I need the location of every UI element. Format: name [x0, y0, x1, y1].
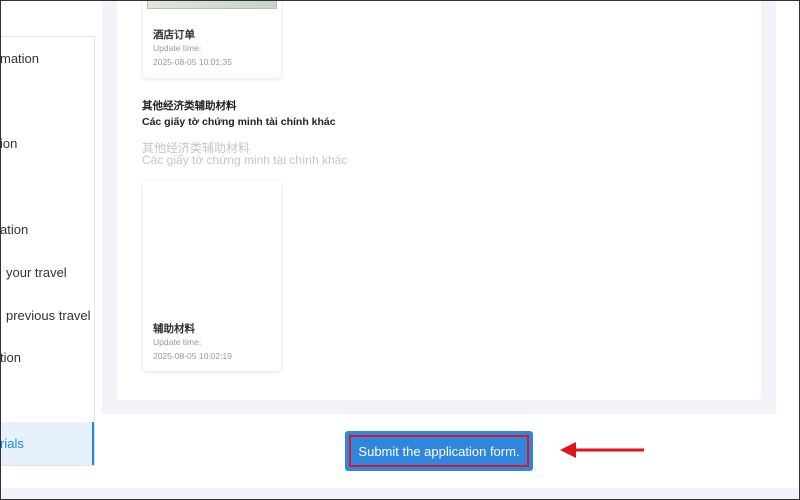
sidebar-item-label: ation	[0, 222, 29, 237]
document-update-label: Update time:	[153, 337, 202, 347]
section-placeholder-vietnamese: Các giấy tờ chứng minh tài chính khác	[142, 153, 348, 167]
document-update-time: 2025-08-05 10:01:35	[153, 57, 232, 67]
sidebar-item-section-2[interactable]: ion	[0, 129, 94, 159]
sidebar-item-information[interactable]: mation	[0, 44, 94, 74]
sidebar-item-section-6[interactable]: tion	[0, 343, 94, 373]
footer-strip	[0, 488, 800, 500]
sidebar-item-label: your travel	[6, 265, 67, 280]
sidebar-item-materials[interactable]: rials	[0, 422, 94, 465]
document-name: 酒店订单	[153, 29, 195, 41]
sidebar-item-label: tion	[0, 350, 21, 365]
left-arrow-icon	[560, 442, 644, 458]
document-update-label: Update time:	[153, 43, 202, 53]
section-title-vietnamese: Các giấy tờ chứng minh tài chính khác	[142, 116, 336, 128]
sidebar-item-your-travel[interactable]: your travel	[0, 258, 94, 288]
sidebar-item-section-3[interactable]: ation	[0, 215, 94, 245]
sidebar: mation ion ation your travel previous tr…	[0, 36, 95, 466]
sidebar-item-label: previous travel	[6, 308, 91, 323]
section-title-chinese: 其他经济类辅助材料	[142, 100, 237, 112]
submit-application-button[interactable]: Submit the application form.	[345, 431, 533, 471]
sidebar-item-label: ion	[0, 136, 18, 151]
sidebar-item-label: mation	[0, 51, 40, 66]
sidebar-item-previous-travel[interactable]: previous travel	[0, 301, 94, 331]
document-update-time: 2025-08-05 10:02:19	[153, 351, 232, 361]
sidebar-item-label: rials	[0, 436, 24, 451]
document-thumbnail	[147, 0, 277, 9]
submit-button-label: Submit the application form.	[349, 435, 529, 467]
document-name: 辅助材料	[153, 323, 195, 335]
